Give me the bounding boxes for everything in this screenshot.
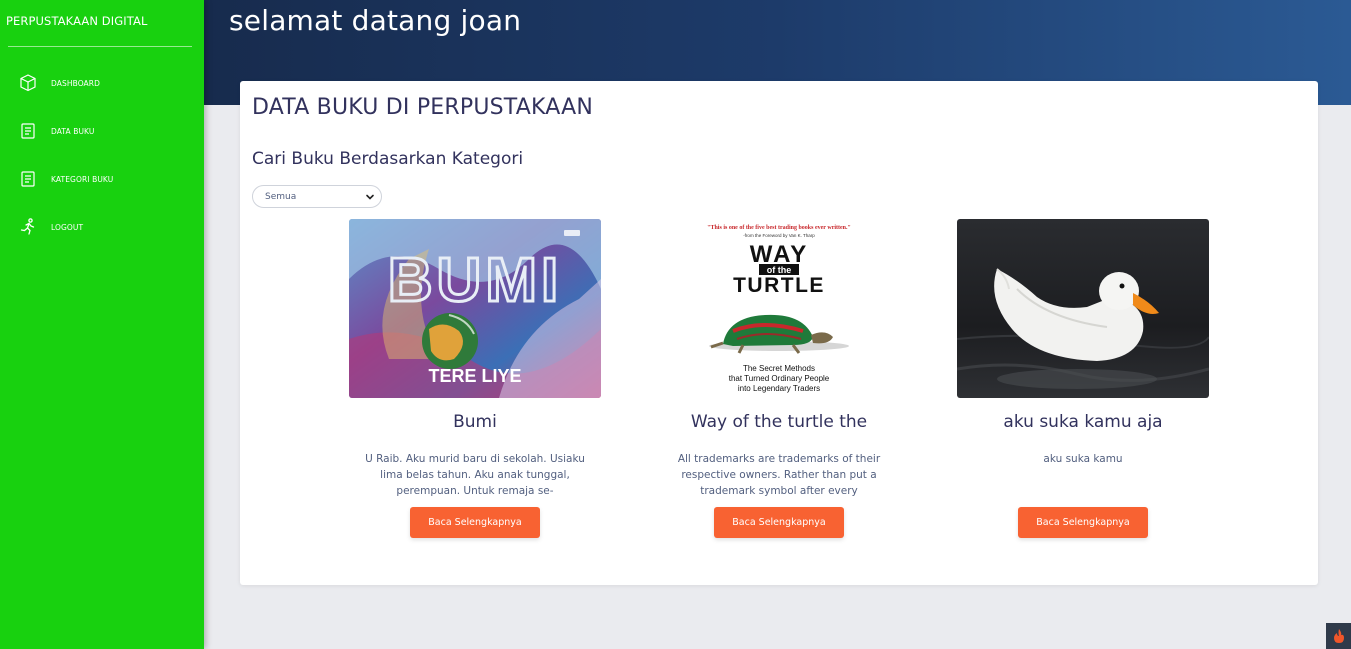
book-icon [18,169,38,189]
cover-subtitle: The Secret Methods [743,364,815,373]
sidebar-item-label: LOGOUT [51,222,84,232]
running-person-icon [18,217,38,237]
page-title: DATA BUKU DI PERPUSTAKAAN [252,95,593,120]
chevron-down-icon [366,194,374,200]
cover-title-line: WAY [750,241,808,268]
book-icon [18,121,38,141]
sidebar-item-data-buku[interactable]: DATA BUKU [0,118,204,144]
book-cover-image[interactable]: "This is one of the five best trading bo… [653,219,905,398]
book-list-card: DATA BUKU DI PERPUSTAKAAN Cari Buku Berd… [240,81,1318,585]
sidebar: PERPUSTAKAAN DIGITAL DASHBOARD DATA BUKU [0,0,204,649]
cover-title-line: TURTLE [733,274,825,297]
book-description: aku suka kamu [1043,453,1123,465]
book-cover-image[interactable]: BUMI TERE LIYE [349,219,601,398]
cover-subtitle: into Legendary Traders [738,384,820,393]
category-select[interactable]: Semua [252,185,382,208]
book-title: Bumi [453,412,497,432]
read-more-button[interactable]: Baca Selengkapnya [410,507,540,538]
read-more-button[interactable]: Baca Selengkapnya [1018,507,1148,538]
sidebar-item-label: DATA BUKU [51,126,95,136]
sidebar-item-label: KATEGORI BUKU [51,174,114,184]
book-cover-image[interactable] [957,219,1209,398]
book-description: U Raib. Aku murid baru di sekolah. Usiak… [365,453,585,497]
cover-quote: "This is one of the five best trading bo… [707,225,851,231]
filter-heading: Cari Buku Berdasarkan Kategori [252,149,524,169]
cover-subtitle: that Turned Ordinary People [729,374,830,383]
box-icon [18,73,38,93]
sidebar-item-logout[interactable]: LOGOUT [0,214,204,240]
brand-divider [8,46,192,47]
sidebar-item-label: DASHBOARD [51,78,100,88]
brand-title: PERPUSTAKAAN DIGITAL [6,14,148,28]
book-title: aku suka kamu aja [1003,412,1163,432]
flame-icon[interactable] [1326,623,1351,649]
read-more-button[interactable]: Baca Selengkapnya [714,507,844,538]
book-title: Way of the turtle the [690,412,868,432]
book-description: All trademarks are trademarks of their r… [677,453,881,497]
cover-author: TERE LIYE [428,366,521,386]
welcome-text: selamat datang joan [229,4,522,37]
cover-title: BUMI [388,246,562,315]
sidebar-item-kategori-buku[interactable]: KATEGORI BUKU [0,166,204,192]
sidebar-item-dashboard[interactable]: DASHBOARD [0,70,204,96]
category-select-value: Semua [265,191,297,202]
cover-quote-by: -from the Foreword by Van K. Tharp [743,233,815,238]
